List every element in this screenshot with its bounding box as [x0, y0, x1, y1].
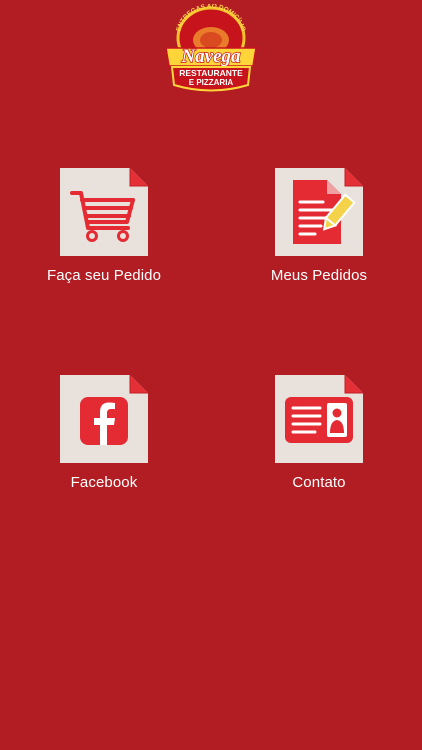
contact-card-icon: [275, 375, 363, 463]
order-label[interactable]: Faça seu Pedido: [14, 267, 194, 284]
contact-button[interactable]: [275, 375, 363, 463]
logo-line1: RESTAURANTE: [179, 68, 243, 78]
logo-name: Navega: [180, 46, 241, 67]
facebook-label[interactable]: Facebook: [14, 474, 194, 491]
order-button[interactable]: [60, 168, 148, 256]
cart-icon: [60, 168, 148, 256]
my-orders-button[interactable]: [275, 168, 363, 256]
restaurant-logo: ENTREGAS AO DOMICÍLIO Navega RESTAURANTE…: [158, 3, 264, 100]
document-pencil-icon: [275, 168, 363, 256]
facebook-button[interactable]: [60, 375, 148, 463]
logo-line2: E PIZZARIA: [189, 78, 234, 87]
facebook-icon: [60, 375, 148, 463]
contact-label[interactable]: Contato: [229, 474, 409, 491]
my-orders-label[interactable]: Meus Pedidos: [229, 267, 409, 284]
